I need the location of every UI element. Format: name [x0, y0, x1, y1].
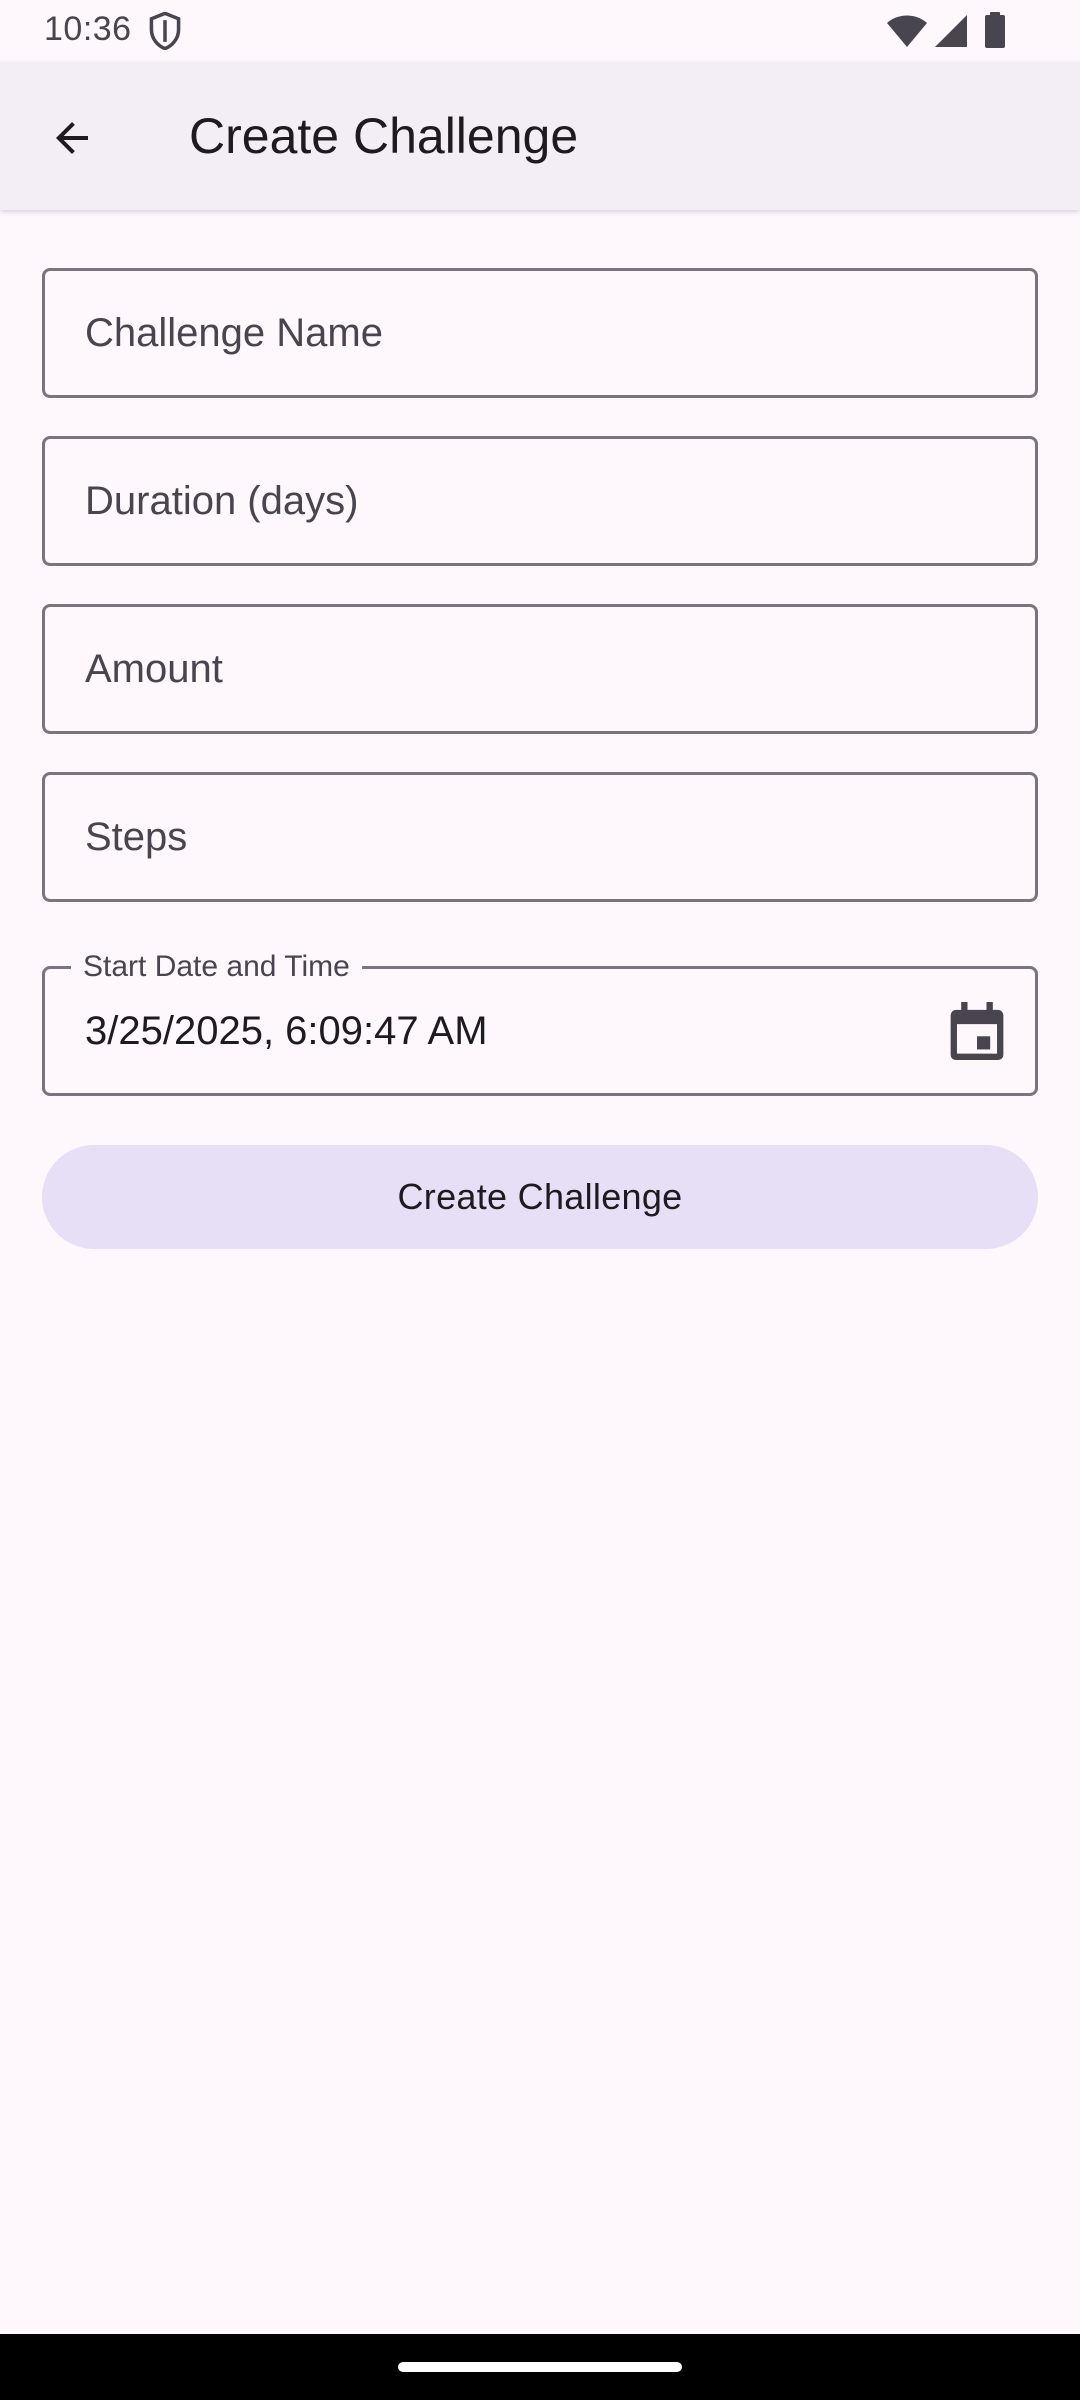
challenge-name-field[interactable]: Challenge Name [42, 268, 1038, 398]
status-time: 10:36 [44, 10, 132, 48]
duration-placeholder: Duration (days) [85, 478, 359, 523]
create-challenge-button[interactable]: Create Challenge [42, 1145, 1038, 1249]
steps-placeholder: Steps [85, 814, 188, 859]
signal-icon [935, 15, 967, 47]
shield-icon [149, 12, 181, 50]
challenge-name-placeholder: Challenge Name [85, 310, 383, 355]
back-button[interactable] [30, 96, 114, 180]
calendar-button[interactable] [945, 999, 1009, 1063]
home-indicator[interactable] [398, 2362, 682, 2372]
screen: 10:36 Create Challenge Challenge Name Du… [0, 0, 1080, 2400]
start-date-value: 3/25/2025, 6:09:47 AM [85, 1008, 488, 1053]
app-bar: Create Challenge [0, 62, 1080, 210]
amount-field[interactable]: Amount [42, 604, 1038, 734]
navigation-bar [0, 2334, 1080, 2400]
arrow-back-icon [56, 122, 88, 154]
calendar-icon [950, 1002, 1004, 1060]
status-bar: 10:36 [0, 0, 1080, 62]
wifi-icon [887, 15, 927, 47]
start-date-field[interactable]: Start Date and Time 3/25/2025, 6:09:47 A… [42, 949, 1038, 1096]
steps-field[interactable]: Steps [42, 772, 1038, 902]
battery-icon [985, 12, 1005, 48]
duration-field[interactable]: Duration (days) [42, 436, 1038, 566]
page-title: Create Challenge [189, 108, 579, 164]
amount-placeholder: Amount [85, 646, 223, 691]
